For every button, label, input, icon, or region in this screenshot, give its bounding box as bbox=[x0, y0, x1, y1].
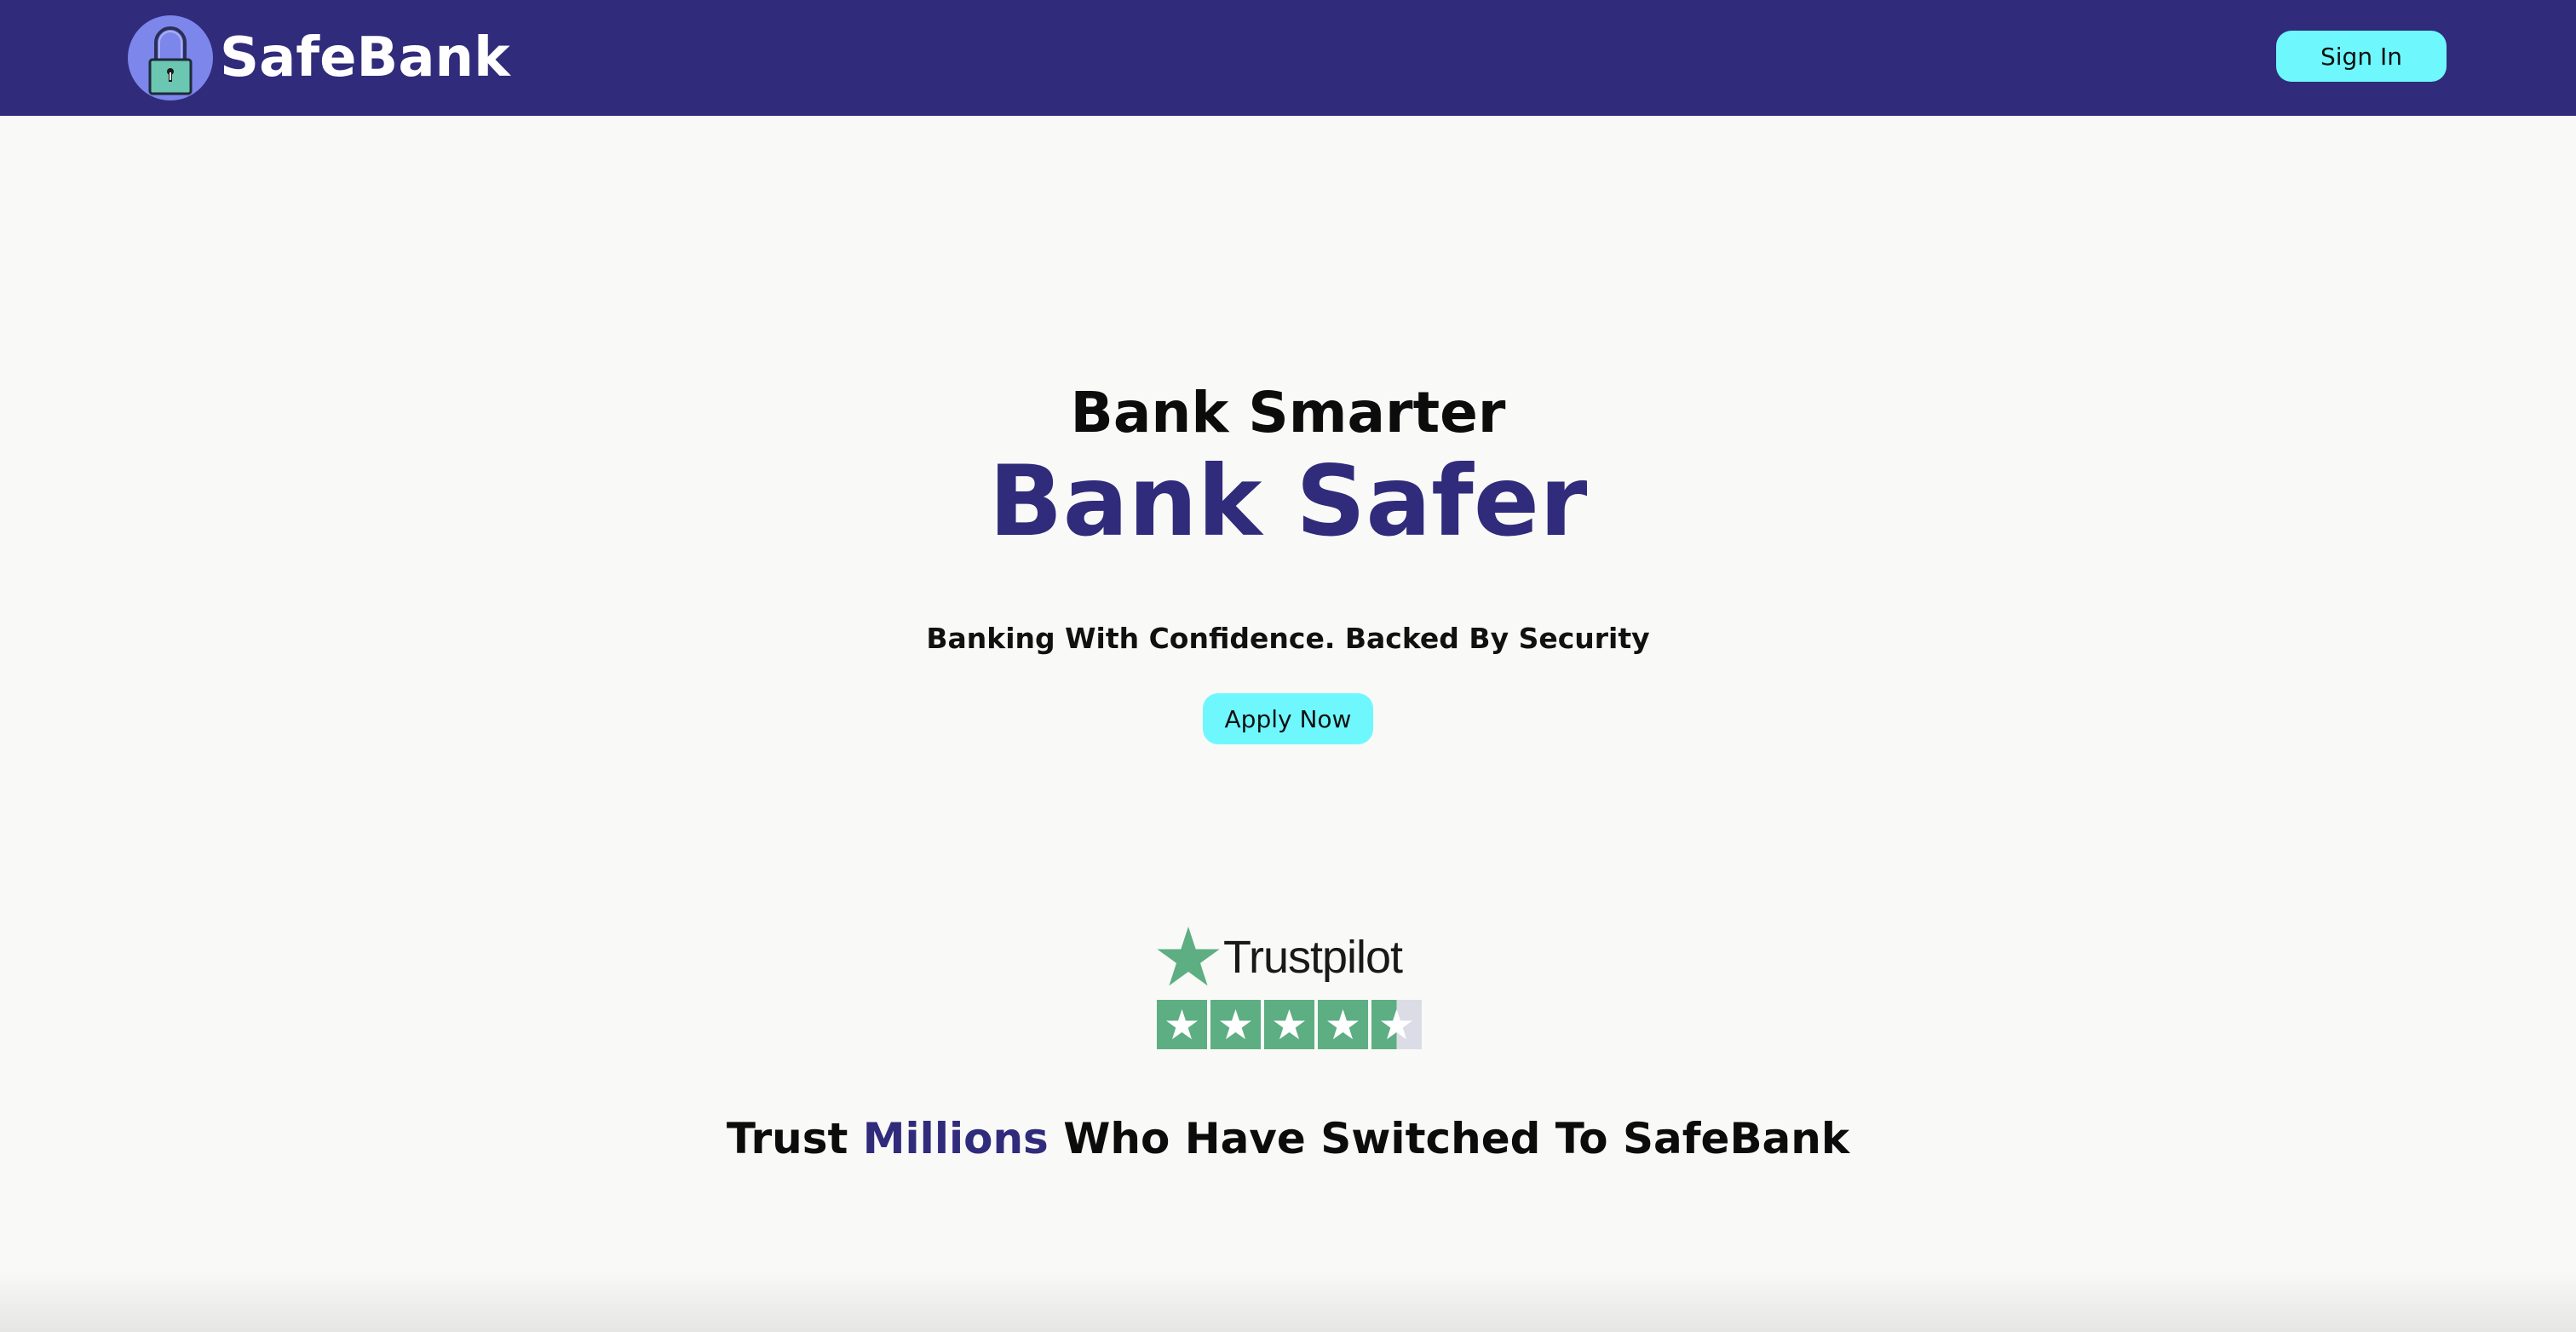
trust-message-before: Trust bbox=[726, 1114, 863, 1163]
trustpilot-widget[interactable]: Trustpilot bbox=[1157, 927, 1422, 1049]
trustpilot-star-icon bbox=[1157, 927, 1220, 986]
trust-message: Trust Millions Who Have Switched To Safe… bbox=[0, 1114, 2576, 1163]
rating-star-1 bbox=[1157, 1000, 1207, 1049]
top-navbar: SafeBank Sign In bbox=[0, 0, 2576, 116]
rating-star-2 bbox=[1210, 1000, 1261, 1049]
trustpilot-logo: Trustpilot bbox=[1157, 927, 1403, 988]
hero-tagline: Banking With Confidence. Backed By Secur… bbox=[926, 622, 1650, 655]
bottom-fade bbox=[0, 1269, 2576, 1332]
sign-in-button[interactable]: Sign In bbox=[2276, 31, 2447, 82]
trustpilot-name: Trustpilot bbox=[1223, 932, 1403, 983]
hero-headline-line2: Bank Safer bbox=[988, 445, 1588, 558]
rating-star-4 bbox=[1318, 1000, 1368, 1049]
logo[interactable]: SafeBank bbox=[128, 15, 510, 100]
trustpilot-rating bbox=[1157, 1000, 1422, 1049]
apply-now-button[interactable]: Apply Now bbox=[1203, 693, 1373, 744]
hero-headline-line1: Bank Smarter bbox=[1070, 380, 1506, 445]
rating-star-3 bbox=[1264, 1000, 1314, 1049]
brand-name: SafeBank bbox=[220, 26, 510, 89]
rating-star-5-partial bbox=[1371, 1000, 1422, 1049]
trust-message-highlight: Millions bbox=[862, 1114, 1049, 1163]
padlock-icon bbox=[128, 15, 213, 100]
trust-message-after: Who Have Switched To SafeBank bbox=[1048, 1114, 1850, 1163]
